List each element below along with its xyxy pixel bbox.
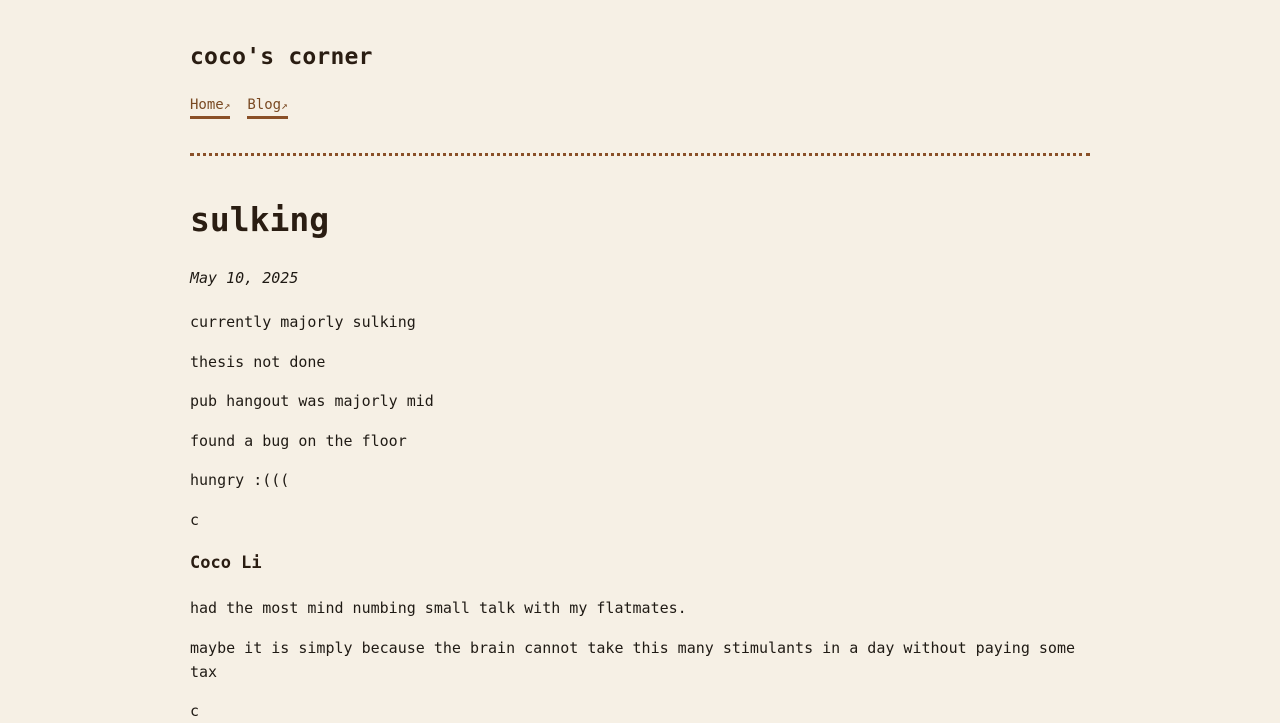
site-nav: Home↗ Blog↗ (190, 96, 288, 119)
post-paragraph: hungry :((( (190, 471, 290, 489)
post-paragraph: c (190, 511, 200, 529)
nav-link-blog[interactable]: Blog↗ (247, 96, 288, 119)
site-title[interactable]: coco's corner (190, 42, 373, 72)
post-paragraph: thesis not done (190, 353, 326, 371)
post-paragraph: found a bug on the floor (190, 432, 407, 450)
post-paragraph: pub hangout was majorly mid (190, 392, 434, 410)
post-paragraph: had the most mind numbing small talk wit… (190, 599, 687, 617)
post-date: May 10, 2025 (190, 269, 299, 287)
post-paragraph: currently majorly sulking (190, 313, 416, 331)
section-heading: Coco Li (190, 553, 262, 573)
post-paragraph: maybe it is simply because the brain can… (190, 639, 1076, 681)
nav-link-home-label: Home (190, 97, 224, 113)
header-divider (190, 153, 1090, 156)
nav-link-blog-label: Blog (247, 97, 282, 113)
post-paragraph: c (190, 702, 200, 720)
external-arrow-icon: ↗ (223, 99, 231, 112)
post-title: sulking (190, 200, 330, 239)
nav-link-home[interactable]: Home↗ (190, 96, 231, 119)
external-arrow-icon: ↗ (281, 99, 288, 112)
